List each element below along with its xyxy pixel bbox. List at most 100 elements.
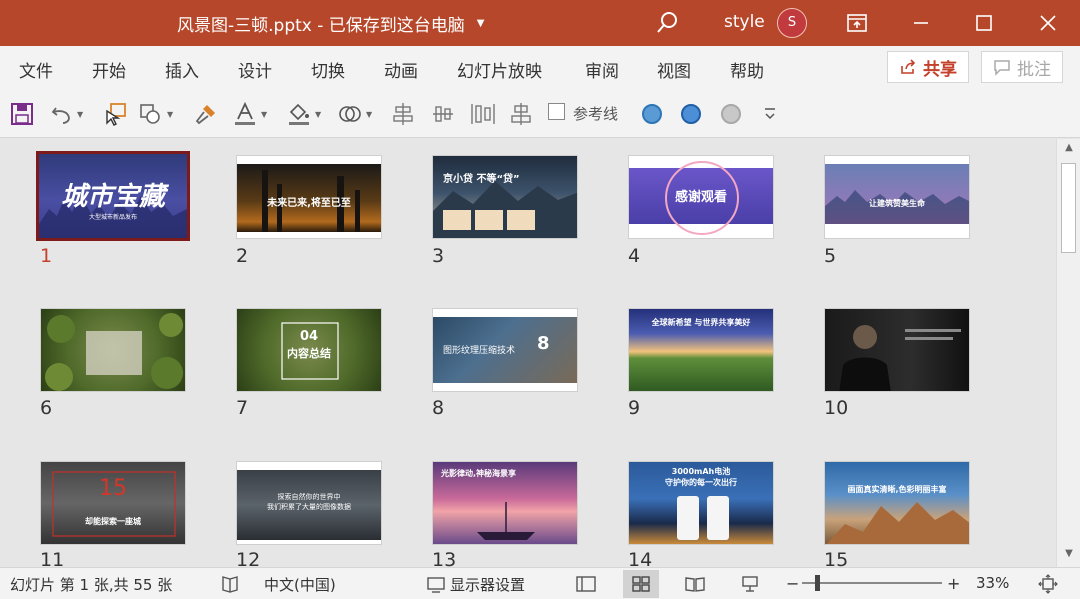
shapes-dropdown-icon[interactable]: ▼ [167, 110, 173, 119]
guides-label: 参考线 [573, 105, 619, 123]
slide-11-number: 15 [99, 476, 127, 501]
slide-thumbnail-9[interactable]: 全球新希望 与世界共享美好 [628, 308, 774, 392]
slide-thumbnail-1[interactable]: 城市宝藏 大型城市新品发布 [36, 151, 190, 241]
accessibility-icon[interactable] [220, 574, 240, 598]
menu-view[interactable]: 视图 [657, 57, 691, 82]
slide-thumbnail-12[interactable]: 探索自然你的世界中 我们积累了大量的图像数据 [236, 461, 382, 545]
comment-icon [994, 60, 1010, 76]
slide-thumbnail-14[interactable]: 3000mAh电池 守护你的每一次出行 [628, 461, 774, 545]
slide-thumbnail-6[interactable] [40, 308, 186, 392]
menu-insert[interactable]: 插入 [165, 57, 199, 82]
title-bar: 风景图-三顿.pptx - 已保存到这台电脑 ▼ style S [0, 0, 1080, 46]
search-icon[interactable] [655, 10, 681, 36]
slide-thumbnail-13[interactable]: 光影律动,神秘海景享 [432, 461, 578, 545]
slide-4-title: 感谢观看 [674, 190, 727, 205]
avatar[interactable]: S [777, 8, 807, 38]
chevron-down-icon[interactable]: ▼ [477, 18, 485, 29]
comment-label: 批注 [1017, 59, 1051, 80]
slide-2-title: 未来已来,将至已至 [267, 198, 351, 209]
shape-outline-dropdown-icon[interactable]: ▼ [366, 110, 372, 119]
distribute-h-icon[interactable] [430, 100, 456, 128]
fit-to-window-icon[interactable] [1038, 574, 1058, 598]
normal-view-icon[interactable] [568, 570, 604, 598]
maximize-icon[interactable] [969, 8, 999, 38]
undo-dropdown-icon[interactable]: ▼ [77, 110, 83, 119]
slide-thumbnail-15[interactable]: 画面真实清晰,色彩明丽丰富 [824, 461, 970, 545]
zoom-slider[interactable] [802, 582, 942, 584]
menu-review[interactable]: 审阅 [585, 57, 619, 82]
ribbon-display-icon[interactable] [842, 8, 872, 38]
vertical-scrollbar[interactable]: ▲ ▼ [1056, 139, 1080, 567]
zoom-level[interactable]: 33% [976, 574, 1009, 592]
slide-sorter: 城市宝藏 大型城市新品发布 1 未来已来,将至已至 2 京小贷 不等“贷” 3 … [0, 139, 1056, 571]
menu-home[interactable]: 开始 [92, 57, 126, 82]
save-icon[interactable] [10, 100, 34, 128]
slide-number-3: 3 [432, 245, 445, 267]
slide-7-title: 内容总结 [287, 347, 331, 360]
share-button[interactable]: 共享 [887, 51, 969, 83]
menu-help[interactable]: 帮助 [730, 57, 764, 82]
slide-13-title: 光影律动,神秘海景享 [441, 469, 517, 478]
reading-view-icon[interactable] [677, 570, 713, 598]
scroll-up-icon[interactable]: ▲ [1061, 142, 1077, 158]
slide-number-2: 2 [236, 245, 249, 267]
select-icon[interactable] [103, 100, 129, 128]
theme-color-3[interactable] [719, 100, 743, 128]
window-title-text: 风景图-三顿.pptx - 已保存到这台电脑 [177, 16, 465, 36]
menu-file[interactable]: 文件 [19, 57, 53, 82]
language[interactable]: 中文(中国) [264, 574, 336, 595]
slide-8-title: 图形纹理压缩技术 [443, 346, 516, 356]
guides-checkbox[interactable] [548, 103, 565, 120]
menu-design[interactable]: 设计 [238, 57, 272, 82]
font-color-icon[interactable]: ▼ [232, 100, 267, 128]
slide-1-title: 城市宝藏 [60, 182, 165, 212]
slide-thumbnail-4[interactable]: 感谢观看 [628, 155, 774, 239]
undo-icon[interactable]: ▼ [50, 100, 83, 128]
menu-animations[interactable]: 动画 [384, 57, 418, 82]
menu-slideshow[interactable]: 幻灯片放映 [457, 57, 542, 82]
slide-thumbnail-10[interactable] [824, 308, 970, 392]
slide-sorter-view-icon[interactable] [623, 570, 659, 598]
window-title[interactable]: 风景图-三顿.pptx - 已保存到这台电脑 ▼ [177, 11, 485, 36]
minimize-icon[interactable] [906, 8, 936, 38]
user-name[interactable]: style [724, 12, 765, 32]
slide-thumbnail-11[interactable]: 15 却能探索一座城 [40, 461, 186, 545]
shape-outline-icon[interactable]: ▼ [337, 100, 372, 128]
shapes-icon[interactable]: ▼ [138, 100, 173, 128]
slide-number-6: 6 [40, 397, 53, 419]
theme-color-2[interactable] [679, 100, 703, 128]
slide-7-number: 04 [299, 329, 319, 344]
display-settings-label: 显示器设置 [450, 576, 526, 594]
display-settings-icon [427, 576, 445, 593]
display-settings-button[interactable]: 显示器设置 [426, 574, 525, 595]
format-painter-icon[interactable] [193, 100, 219, 128]
slide-3-title: 京小贷 不等“贷” [443, 174, 520, 185]
slide-number-10: 10 [824, 397, 849, 419]
slide-thumbnail-3[interactable]: 京小贷 不等“贷” [432, 155, 578, 239]
zoom-out-button[interactable]: − [786, 574, 799, 593]
fill-color-dropdown-icon[interactable]: ▼ [315, 110, 321, 119]
slide-9-title: 全球新希望 与世界共享美好 [651, 318, 751, 327]
slide-thumbnail-2[interactable]: 未来已来,将至已至 [236, 155, 382, 239]
comment-button[interactable]: 批注 [981, 51, 1063, 83]
zoom-in-button[interactable]: + [947, 574, 960, 593]
slideshow-view-icon[interactable] [732, 570, 768, 598]
scroll-thumb[interactable] [1061, 163, 1076, 253]
slide-thumbnail-7[interactable]: 04 内容总结 [236, 308, 382, 392]
more-icon[interactable] [762, 100, 778, 128]
zoom-slider-handle[interactable] [815, 575, 820, 591]
scroll-down-icon[interactable]: ▼ [1061, 548, 1077, 564]
menu-transitions[interactable]: 切换 [311, 57, 345, 82]
slide-thumbnail-5[interactable]: 让建筑赞美生命 [824, 155, 970, 239]
close-icon[interactable] [1033, 8, 1063, 38]
align-center-icon[interactable] [509, 100, 533, 128]
theme-color-1[interactable] [640, 100, 664, 128]
slide-thumbnail-8[interactable]: 图形纹理压缩技术 8 [432, 308, 578, 392]
fill-color-icon[interactable]: ▼ [286, 100, 321, 128]
slide-14-subtitle: 守护你的每一次出行 [665, 478, 737, 487]
font-color-dropdown-icon[interactable]: ▼ [261, 110, 267, 119]
slide-15-title: 画面真实清晰,色彩明丽丰富 [847, 485, 947, 494]
share-label: 共享 [923, 59, 957, 80]
align-left-icon[interactable] [391, 100, 415, 128]
distribute-v-icon[interactable] [469, 100, 497, 128]
